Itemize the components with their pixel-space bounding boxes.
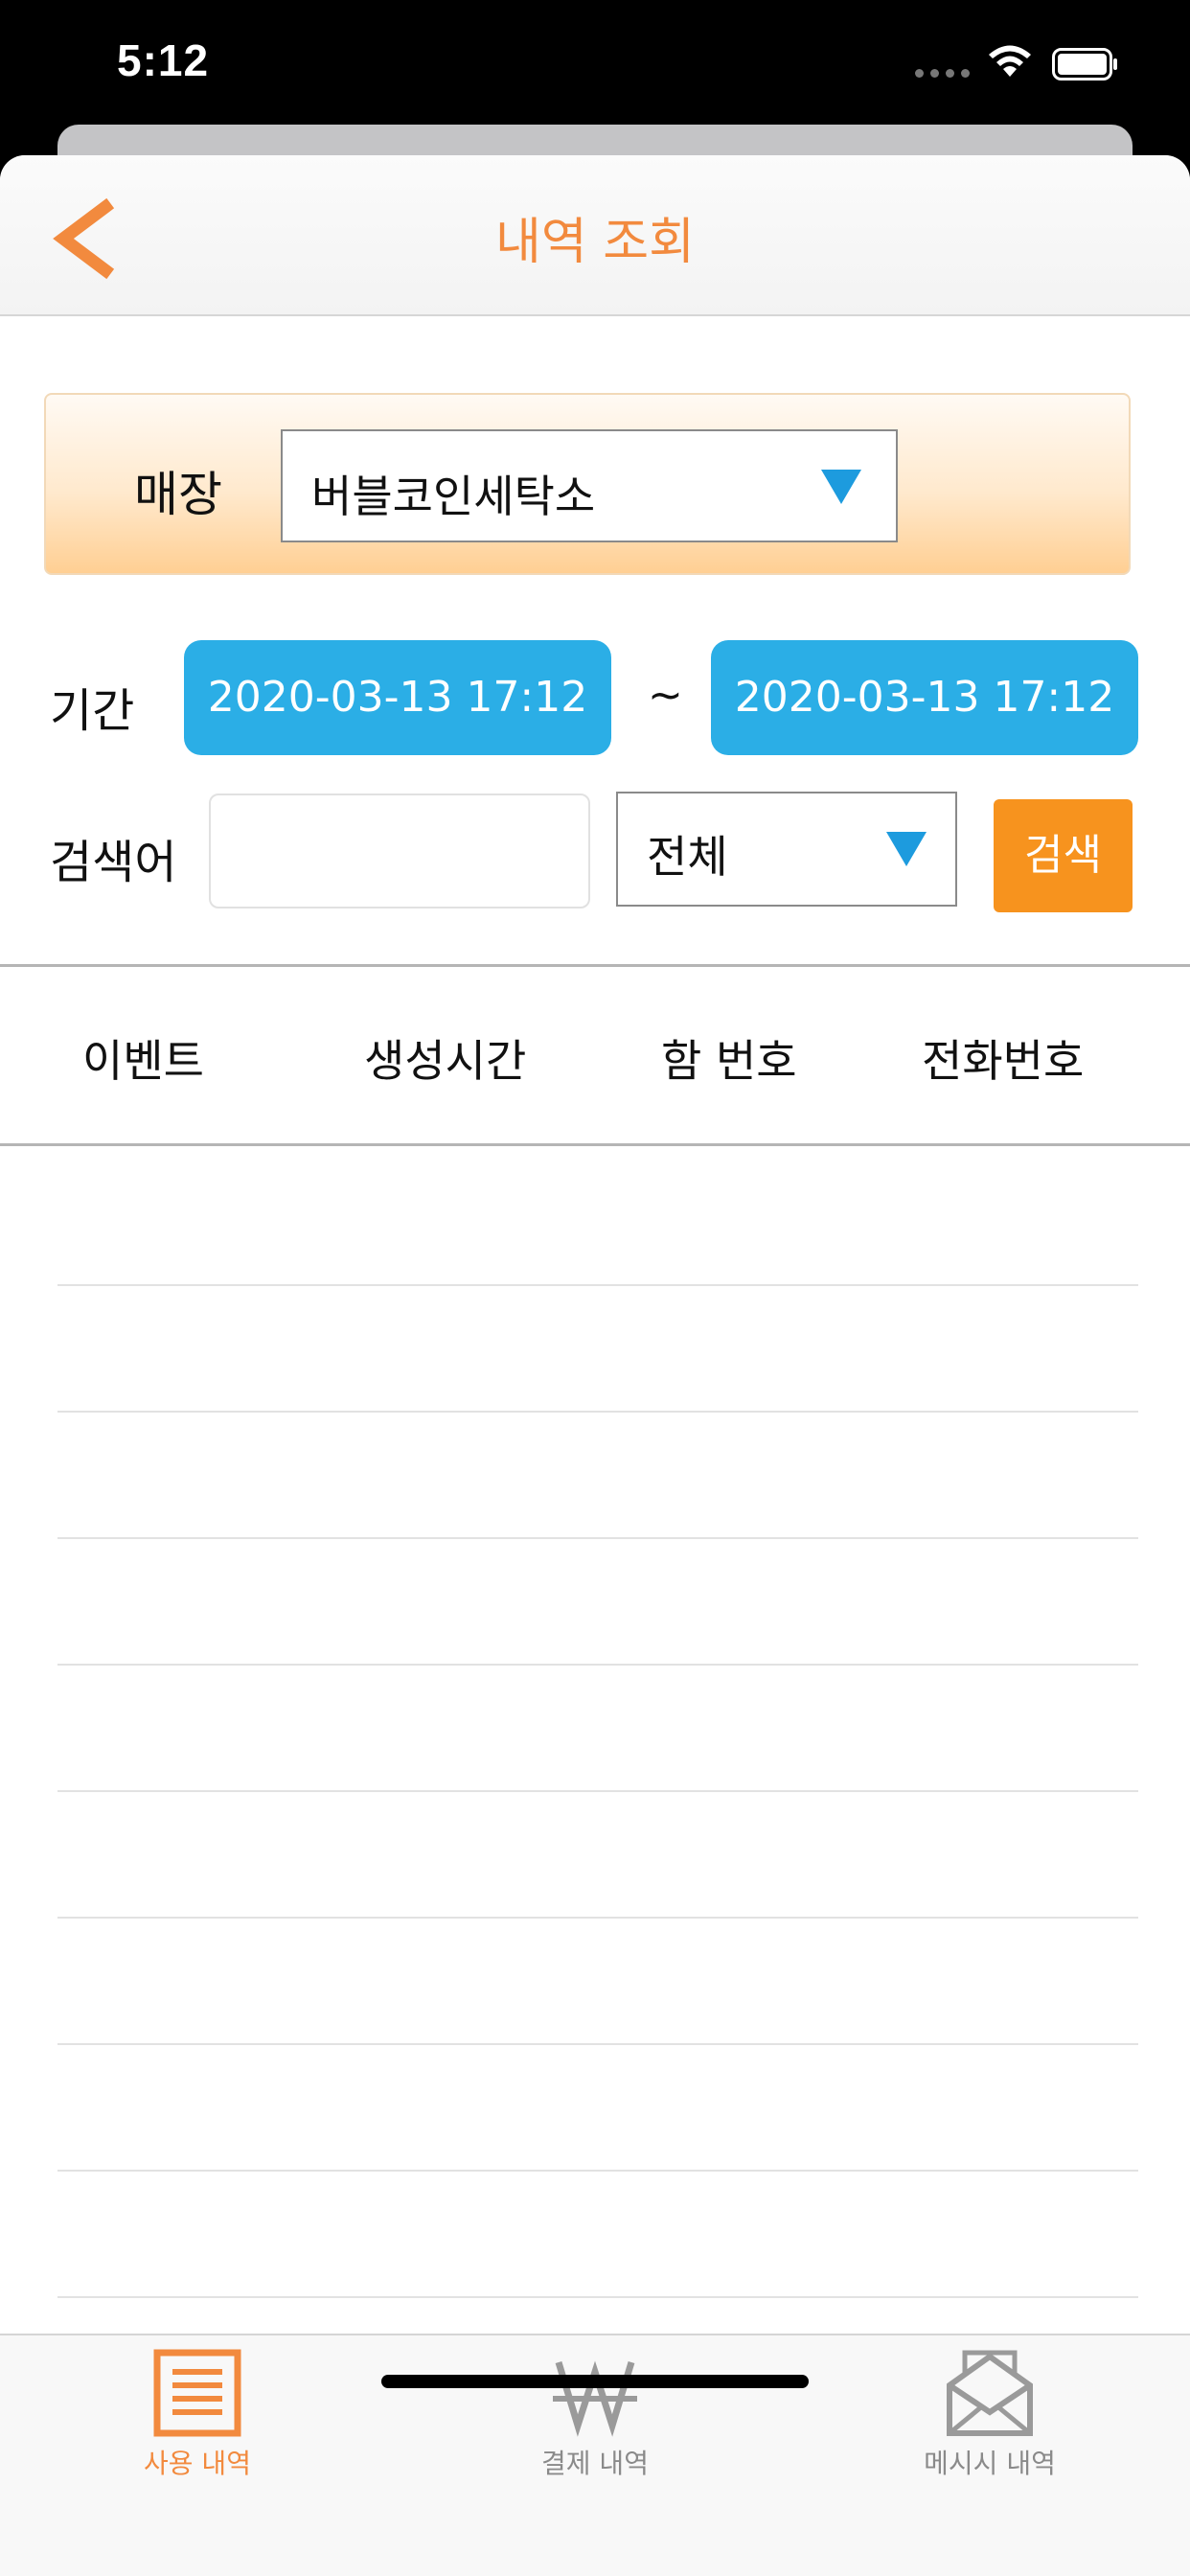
home-indicator[interactable] — [381, 2375, 809, 2388]
table-row — [57, 1286, 1138, 1413]
battery-icon — [1052, 48, 1117, 80]
page-title: 내역 조회 — [495, 214, 695, 271]
column-header-created-time: 생성시간 — [364, 1035, 527, 1087]
tab-label: 결제 내역 — [541, 2448, 649, 2479]
date-range-separator: ~ — [648, 671, 683, 720]
period-label: 기간 — [50, 684, 135, 738]
status-time: 5:12 — [117, 35, 210, 85]
dropdown-arrow-icon — [886, 832, 927, 866]
filter-dropdown[interactable]: 전체 — [616, 792, 957, 907]
navigation-bar: 내역 조회 — [0, 155, 1190, 316]
list-icon — [153, 2349, 241, 2437]
tab-message-history[interactable]: 메시시 내역 — [846, 2335, 1133, 2489]
tab-label: 메시시 내역 — [924, 2448, 1056, 2479]
store-dropdown[interactable]: 버블코인세탁소 — [281, 429, 898, 542]
table-row — [57, 1539, 1138, 1666]
status-bar: 5:12 — [0, 0, 1190, 134]
tab-bar: 사용 내역 결제 내역 메시시 내역 — [0, 2334, 1190, 2576]
table-row — [57, 2172, 1138, 2298]
store-panel: 매장 버블코인세탁소 — [44, 393, 1131, 575]
won-icon — [553, 2360, 637, 2437]
store-label: 매장 — [134, 467, 222, 522]
filter-dropdown-value: 전체 — [647, 831, 728, 883]
table-row — [57, 1919, 1138, 2045]
column-header-box-number: 함 번호 — [661, 1035, 797, 1087]
keyword-input[interactable] — [209, 794, 590, 908]
table-row — [57, 1160, 1138, 1286]
envelope-icon — [947, 2350, 1033, 2436]
table-row — [57, 2045, 1138, 2172]
table-header: 이벤트 생성시간 함 번호 전화번호 — [0, 964, 1190, 1146]
dropdown-arrow-icon — [821, 470, 861, 504]
cellular-signal-icon — [915, 69, 970, 78]
start-date-button[interactable]: 2020-03-13 17:12 — [184, 640, 611, 755]
column-header-phone-number: 전화번호 — [922, 1035, 1085, 1087]
wifi-icon — [989, 45, 1031, 77]
end-date-button[interactable]: 2020-03-13 17:12 — [711, 640, 1138, 755]
table-row — [57, 1666, 1138, 1792]
table-row — [57, 1413, 1138, 1539]
column-header-event: 이벤트 — [82, 1035, 204, 1087]
history-sheet: 내역 조회 매장 버블코인세탁소 기간 2020-03-13 17:12 ~ 2… — [0, 155, 1190, 2576]
tab-payment-history[interactable]: 결제 내역 — [451, 2335, 739, 2489]
keyword-label: 검색어 — [50, 836, 177, 889]
table-row — [57, 1792, 1138, 1919]
search-button[interactable]: 검색 — [994, 799, 1133, 912]
tab-usage-history[interactable]: 사용 내역 — [54, 2335, 341, 2489]
tab-label: 사용 내역 — [144, 2448, 251, 2479]
store-dropdown-value: 버블코인세탁소 — [311, 471, 596, 522]
